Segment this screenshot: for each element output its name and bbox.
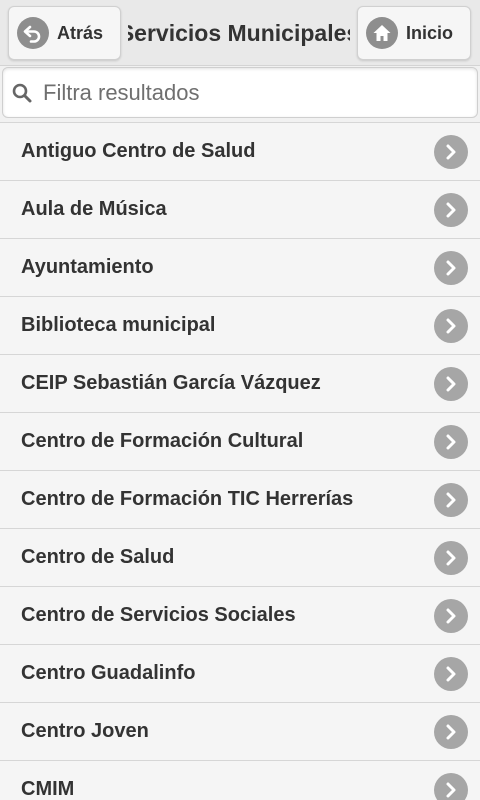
home-button-label: Inicio — [406, 22, 454, 43]
home-icon — [366, 17, 398, 49]
list-item[interactable]: Centro Guadalinfo — [0, 645, 480, 703]
list-item[interactable]: CEIP Sebastián García Vázquez — [0, 355, 480, 413]
results-list: Antiguo Centro de Salud Aula de Música A… — [0, 122, 480, 800]
list-item-label: Centro de Formación TIC Herrerías — [21, 488, 354, 510]
home-button[interactable]: Inicio — [357, 6, 471, 60]
chevron-right-icon — [434, 367, 468, 401]
chevron-right-icon — [434, 657, 468, 691]
list-item[interactable]: Aula de Música — [0, 181, 480, 239]
list-item[interactable]: Centro de Formación Cultural — [0, 413, 480, 471]
page-title: Servicios Municipales — [128, 19, 350, 46]
list-item-label: Centro de Formación Cultural — [21, 430, 304, 452]
chevron-right-icon — [434, 135, 468, 169]
chevron-right-icon — [434, 483, 468, 517]
chevron-right-icon — [434, 193, 468, 227]
list-item-label: Antiguo Centro de Salud — [21, 140, 256, 162]
list-item-label: Biblioteca municipal — [21, 314, 216, 336]
header-bar: Atrás Servicios Municipales Inicio — [0, 0, 480, 66]
list-item-label: CMIM — [21, 778, 75, 800]
chevron-right-icon — [434, 309, 468, 343]
list-item-label: Centro de Salud — [21, 546, 175, 568]
back-button[interactable]: Atrás — [8, 6, 121, 60]
chevron-right-icon — [434, 425, 468, 459]
search-input[interactable] — [43, 72, 463, 113]
list-item[interactable]: Centro de Servicios Sociales — [0, 587, 480, 645]
back-arrow-icon — [17, 17, 49, 49]
search-icon — [11, 82, 33, 104]
list-item[interactable]: Antiguo Centro de Salud — [0, 123, 480, 181]
list-item[interactable]: Centro Joven — [0, 703, 480, 761]
list-item[interactable]: CMIM — [0, 761, 480, 800]
search-bar — [2, 67, 478, 118]
chevron-right-icon — [434, 773, 468, 800]
list-item[interactable]: Biblioteca municipal — [0, 297, 480, 355]
list-item[interactable]: Centro de Salud — [0, 529, 480, 587]
chevron-right-icon — [434, 251, 468, 285]
list-item-label: Aula de Música — [21, 198, 167, 220]
list-item-label: Centro de Servicios Sociales — [21, 604, 296, 626]
list-item-label: CEIP Sebastián García Vázquez — [21, 372, 321, 394]
list-item[interactable]: Centro de Formación TIC Herrerías — [0, 471, 480, 529]
back-button-label: Atrás — [57, 22, 104, 43]
list-item-label: Ayuntamiento — [21, 256, 154, 278]
list-item-label: Centro Joven — [21, 720, 149, 742]
list-item[interactable]: Ayuntamiento — [0, 239, 480, 297]
list-item-label: Centro Guadalinfo — [21, 662, 196, 684]
chevron-right-icon — [434, 599, 468, 633]
chevron-right-icon — [434, 541, 468, 575]
chevron-right-icon — [434, 715, 468, 749]
